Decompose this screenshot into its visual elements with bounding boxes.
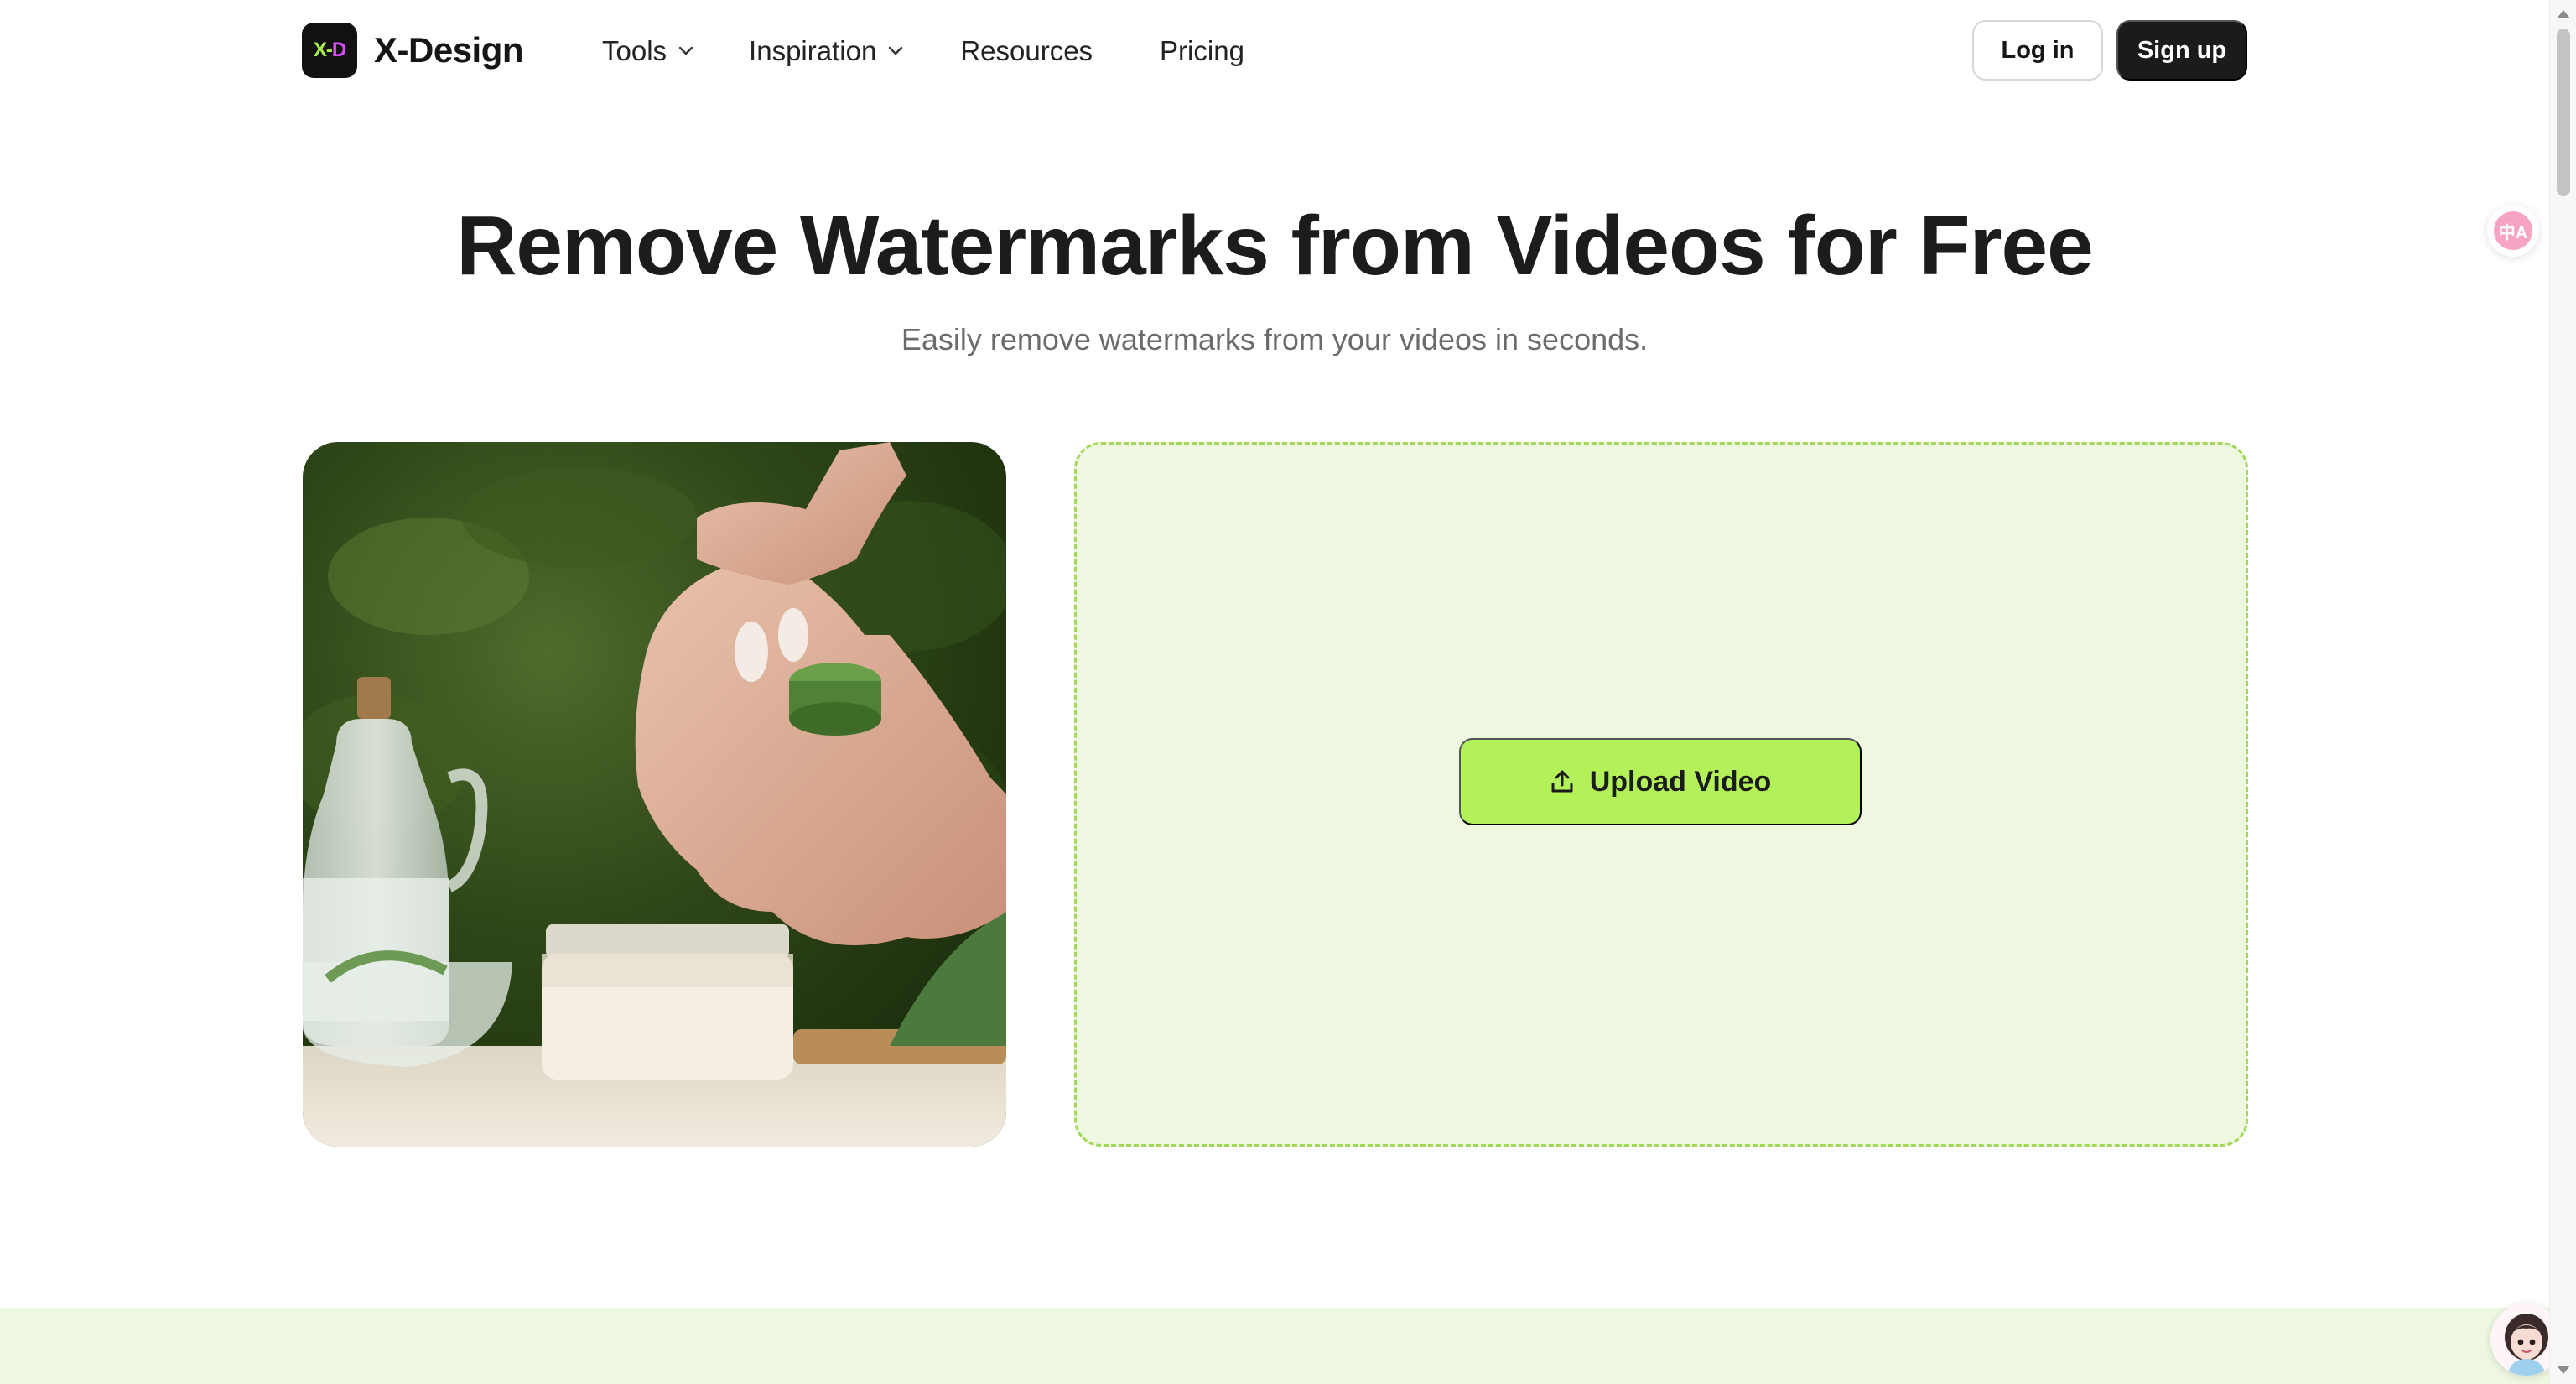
upload-icon [1551, 770, 1573, 793]
chevron-down-icon [889, 46, 903, 55]
nav-item-inspiration[interactable]: Inspiration [749, 35, 903, 67]
brand-logo[interactable]: X - D X-Design [302, 23, 524, 78]
nav-item-pricing[interactable]: Pricing [1160, 35, 1244, 67]
page: X - D X-Design Tools Inspiration Resourc… [0, 0, 2576, 1384]
nav-item-label: Pricing [1160, 35, 1244, 66]
login-button[interactable]: Log in [1972, 20, 2103, 81]
main-menu: Tools Inspiration Resources Pricing [602, 25, 1244, 77]
next-section-band [0, 1308, 2549, 1384]
page-subtitle: Easily remove watermarks from your video… [901, 322, 1649, 356]
nav-item-label: Inspiration [749, 35, 877, 66]
scroll-down-icon[interactable] [2557, 1366, 2570, 1374]
signup-button[interactable]: Sign up [2116, 20, 2247, 81]
scroll-thumb[interactable] [2557, 29, 2570, 196]
nav-item-resources[interactable]: Resources [960, 35, 1093, 67]
upload-video-button[interactable]: Upload Video [1459, 738, 1862, 825]
top-nav: X - D X-Design Tools Inspiration Resourc… [0, 0, 2549, 102]
translate-glyph: 中A [2494, 211, 2532, 250]
logo-mark-icon: X - D [302, 23, 357, 78]
sample-video-preview [303, 442, 1006, 1147]
page-title: Remove Watermarks from Videos for Free [456, 199, 2094, 293]
page-scrollbar[interactable] [2549, 0, 2576, 1384]
nav-item-label: Resources [960, 35, 1093, 66]
upload-button-label: Upload Video [1589, 765, 1772, 798]
scroll-up-icon[interactable] [2557, 10, 2570, 18]
brand-name: X-Design [374, 30, 524, 70]
chevron-down-icon [678, 46, 693, 55]
nav-item-tools[interactable]: Tools [602, 35, 693, 67]
translate-icon[interactable]: 中A [2487, 205, 2539, 257]
nav-item-label: Tools [602, 35, 667, 66]
